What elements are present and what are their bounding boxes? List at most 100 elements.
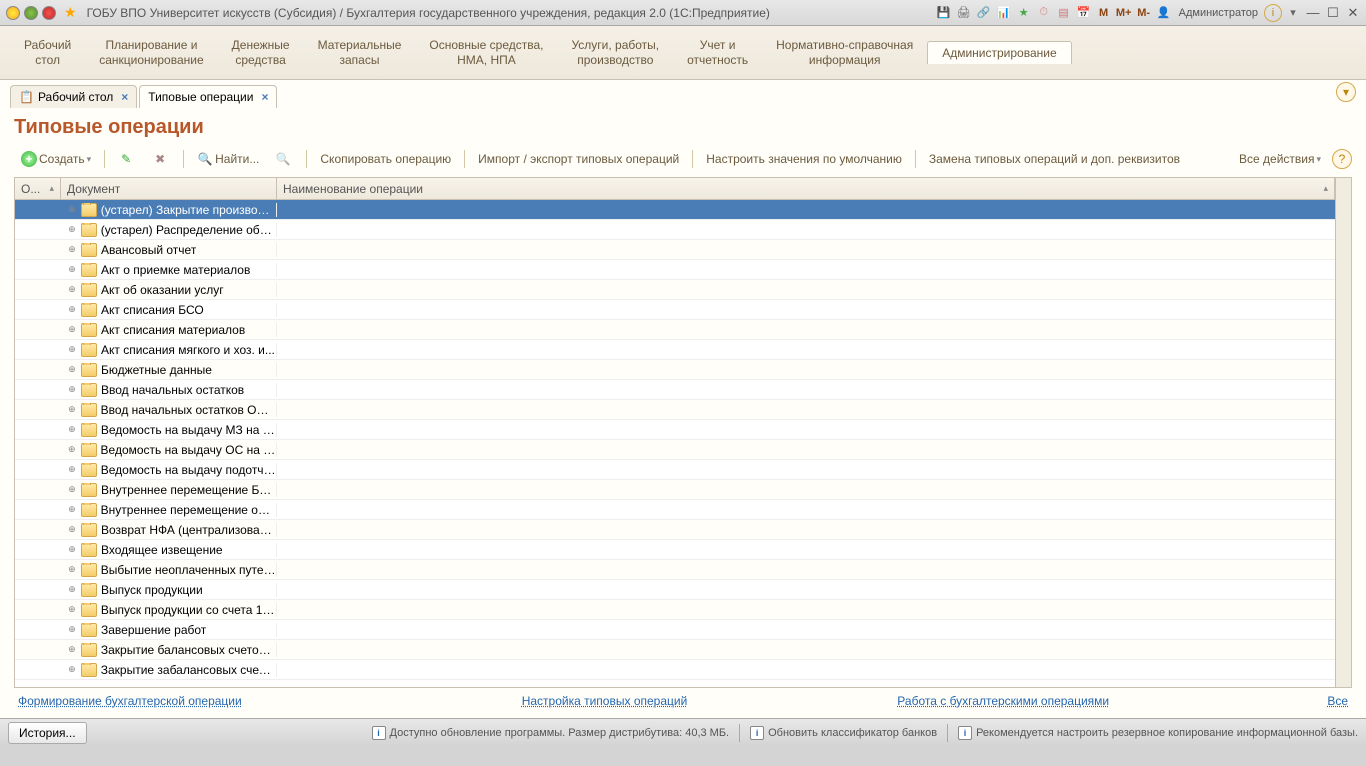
- table-row[interactable]: ⊕Бюджетные данные: [15, 360, 1335, 380]
- print-icon[interactable]: 🖨: [955, 4, 973, 22]
- help-icon[interactable]: ?: [1332, 149, 1352, 169]
- table-row[interactable]: ⊕Возврат НФА (централизован...: [15, 520, 1335, 540]
- expand-icon[interactable]: ⊕: [67, 504, 77, 515]
- expand-icon[interactable]: ⊕: [67, 264, 77, 275]
- expand-icon[interactable]: ⊕: [67, 324, 77, 335]
- table-row[interactable]: ⊕Ведомость на выдачу МЗ на н...: [15, 420, 1335, 440]
- expand-icon[interactable]: ⊕: [67, 564, 77, 575]
- expand-icon[interactable]: ⊕: [67, 284, 77, 295]
- section-materials[interactable]: Материальные запасы: [304, 34, 416, 71]
- section-reports[interactable]: Учет и отчетность: [673, 34, 762, 71]
- calendar-icon[interactable]: 📅: [1075, 4, 1093, 22]
- close-tab-icon[interactable]: ×: [261, 90, 268, 104]
- expand-icon[interactable]: ⊕: [67, 364, 77, 375]
- status-update[interactable]: iДоступно обновление программы. Размер д…: [372, 726, 730, 740]
- info-icon[interactable]: i: [1264, 4, 1282, 22]
- table-row[interactable]: ⊕Ведомость на выдачу подотче...: [15, 460, 1335, 480]
- import-export-button[interactable]: Импорт / экспорт типовых операций: [471, 148, 686, 170]
- collapse-panel-icon[interactable]: ▾: [1336, 82, 1356, 102]
- col-order[interactable]: О...▴: [15, 178, 61, 199]
- star-add-icon[interactable]: ★: [1015, 4, 1033, 22]
- grid-body[interactable]: ⊕(устарел) Закрытие производс...⊕(устаре…: [15, 200, 1335, 687]
- table-row[interactable]: ⊕Выпуск продукции: [15, 580, 1335, 600]
- clear-find-button[interactable]: 🔍: [268, 147, 300, 171]
- history-button[interactable]: История...: [8, 722, 87, 744]
- link-icon[interactable]: 🔗: [975, 4, 993, 22]
- table-row[interactable]: ⊕Ввод начальных остатков: [15, 380, 1335, 400]
- table-row[interactable]: ⊕Внутреннее перемещение БСО: [15, 480, 1335, 500]
- table-row[interactable]: ⊕Акт о приемке материалов: [15, 260, 1335, 280]
- section-desktop[interactable]: Рабочий стол: [10, 34, 85, 71]
- expand-icon[interactable]: ⊕: [67, 624, 77, 635]
- dropdown-icon[interactable]: ▾: [1284, 4, 1302, 22]
- minimize-button[interactable]: —: [1304, 5, 1322, 21]
- section-reference[interactable]: Нормативно-справочная информация: [762, 34, 927, 71]
- tab-desktop[interactable]: 📋 Рабочий стол ×: [10, 85, 137, 108]
- m-minus-button[interactable]: M-: [1135, 4, 1153, 22]
- close-button[interactable]: ✕: [1344, 5, 1362, 21]
- scrollbar[interactable]: [1335, 178, 1351, 687]
- col-operation-name[interactable]: Наименование операции▴: [277, 178, 1335, 199]
- create-button[interactable]: + Создать ▾: [14, 147, 98, 171]
- close-tab-icon[interactable]: ×: [121, 90, 128, 104]
- nav-forward-icon[interactable]: [42, 6, 56, 20]
- table-row[interactable]: ⊕Закрытие балансовых счетов ...: [15, 640, 1335, 660]
- table-row[interactable]: ⊕Входящее извещение: [15, 540, 1335, 560]
- section-assets[interactable]: Основные средства, НМА, НПА: [415, 34, 557, 71]
- section-services[interactable]: Услуги, работы, производство: [557, 34, 673, 71]
- table-row[interactable]: ⊕Закрытие забалансовых счето...: [15, 660, 1335, 680]
- all-actions-button[interactable]: Все действия ▾: [1232, 148, 1328, 170]
- replace-ops-button[interactable]: Замена типовых операций и доп. реквизито…: [922, 148, 1187, 170]
- status-backup[interactable]: iРекомендуется настроить резервное копир…: [958, 726, 1358, 740]
- link-accounting-op[interactable]: Формирование бухгалтерской операции: [18, 694, 242, 708]
- user-label[interactable]: Администратор: [1179, 7, 1258, 19]
- defaults-button[interactable]: Настроить значения по умолчанию: [699, 148, 909, 170]
- table-row[interactable]: ⊕Акт списания БСО: [15, 300, 1335, 320]
- favorites-icon[interactable]: ★: [64, 4, 77, 21]
- expand-icon[interactable]: ⊕: [67, 664, 77, 675]
- edit-button[interactable]: ✎: [111, 147, 143, 171]
- expand-icon[interactable]: ⊕: [67, 484, 77, 495]
- table-row[interactable]: ⊕(устарел) Распределение общ...: [15, 220, 1335, 240]
- table-row[interactable]: ⊕Ведомость на выдачу ОС на ну...: [15, 440, 1335, 460]
- m-plus-button[interactable]: M+: [1115, 4, 1133, 22]
- expand-icon[interactable]: ⊕: [67, 644, 77, 655]
- table-row[interactable]: ⊕Внутреннее перемещение объ...: [15, 500, 1335, 520]
- section-planning[interactable]: Планирование и санкционирование: [85, 34, 217, 71]
- list-icon[interactable]: ▤: [1055, 4, 1073, 22]
- section-money[interactable]: Денежные средства: [218, 34, 304, 71]
- tab-typical-ops[interactable]: Типовые операции ×: [139, 85, 277, 108]
- table-row[interactable]: ⊕Акт об оказании услуг: [15, 280, 1335, 300]
- expand-icon[interactable]: ⊕: [67, 444, 77, 455]
- section-admin[interactable]: Администрирование: [927, 41, 1071, 64]
- expand-icon[interactable]: ⊕: [67, 204, 77, 215]
- table-row[interactable]: ⊕Авансовый отчет: [15, 240, 1335, 260]
- expand-icon[interactable]: ⊕: [67, 424, 77, 435]
- expand-icon[interactable]: ⊕: [67, 464, 77, 475]
- copy-operation-button[interactable]: Скопировать операцию: [313, 148, 458, 170]
- expand-icon[interactable]: ⊕: [67, 384, 77, 395]
- table-row[interactable]: ⊕Выбытие неоплаченных путевок: [15, 560, 1335, 580]
- save-icon[interactable]: 💾: [935, 4, 953, 22]
- expand-icon[interactable]: ⊕: [67, 524, 77, 535]
- table-row[interactable]: ⊕Ввод начальных остатков ОС, ...: [15, 400, 1335, 420]
- table-row[interactable]: ⊕Акт списания материалов: [15, 320, 1335, 340]
- table-row[interactable]: ⊕Акт списания мягкого и хоз. и...: [15, 340, 1335, 360]
- expand-icon[interactable]: ⊕: [67, 224, 77, 235]
- calc-icon[interactable]: 📊: [995, 4, 1013, 22]
- expand-icon[interactable]: ⊕: [67, 584, 77, 595]
- delete-button[interactable]: ✖: [145, 147, 177, 171]
- expand-icon[interactable]: ⊕: [67, 604, 77, 615]
- expand-icon[interactable]: ⊕: [67, 404, 77, 415]
- link-work-ops[interactable]: Работа с бухгалтерскими операциями: [897, 694, 1109, 708]
- clock-icon[interactable]: ⏱: [1035, 4, 1053, 22]
- expand-icon[interactable]: ⊕: [67, 244, 77, 255]
- expand-icon[interactable]: ⊕: [67, 344, 77, 355]
- expand-icon[interactable]: ⊕: [67, 544, 77, 555]
- expand-icon[interactable]: ⊕: [67, 304, 77, 315]
- link-settings-ops[interactable]: Настройка типовых операций: [522, 694, 688, 708]
- maximize-button[interactable]: ☐: [1324, 5, 1342, 21]
- table-row[interactable]: ⊕Выпуск продукции со счета 10...: [15, 600, 1335, 620]
- link-all[interactable]: Все: [1327, 694, 1348, 708]
- m-button[interactable]: M: [1095, 4, 1113, 22]
